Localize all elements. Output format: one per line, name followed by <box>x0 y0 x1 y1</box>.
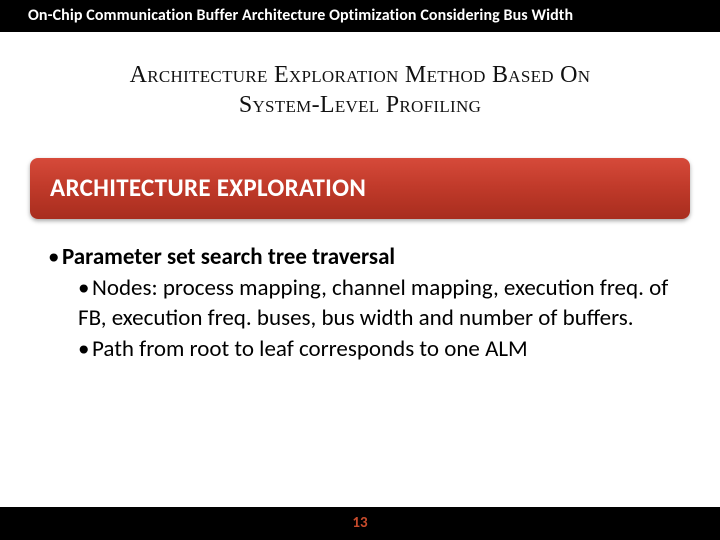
bullet-main-text: Parameter set search tree traversal <box>62 243 395 271</box>
bullet-icon: • <box>78 335 92 364</box>
slide-header: On-Chip Communication Buffer Architectur… <box>0 0 720 32</box>
bullet-list: •Parameter set search tree traversal •No… <box>48 243 672 365</box>
section-heading-text: ARCHITECTURE EXPLORATION <box>50 172 670 203</box>
bullet-icon: • <box>78 274 92 303</box>
slide-header-title: On-Chip Communication Buffer Architectur… <box>28 6 573 25</box>
slide-subtitle: Architecture Exploration Method Based On… <box>40 60 680 120</box>
list-item: •Nodes: process mapping, channel mapping… <box>78 274 672 333</box>
page-number: 13 <box>352 514 367 532</box>
list-item: •Parameter set search tree traversal •No… <box>48 243 672 365</box>
bullet-sublist: •Nodes: process mapping, channel mapping… <box>48 274 672 364</box>
bullet-sub-text: Nodes: process mapping, channel mapping,… <box>78 274 668 331</box>
list-item: •Path from root to leaf corresponds to o… <box>78 335 672 364</box>
slide-footer: 13 <box>0 507 720 540</box>
subtitle-line-2: System-Level Profiling <box>40 90 680 120</box>
bullet-icon: • <box>48 243 62 272</box>
bullet-sub-text: Path from root to leaf corresponds to on… <box>92 335 528 363</box>
slide-body: •Parameter set search tree traversal •No… <box>48 243 672 365</box>
section-heading-box: ARCHITECTURE EXPLORATION <box>30 158 690 219</box>
subtitle-line-1: Architecture Exploration Method Based On <box>40 60 680 90</box>
